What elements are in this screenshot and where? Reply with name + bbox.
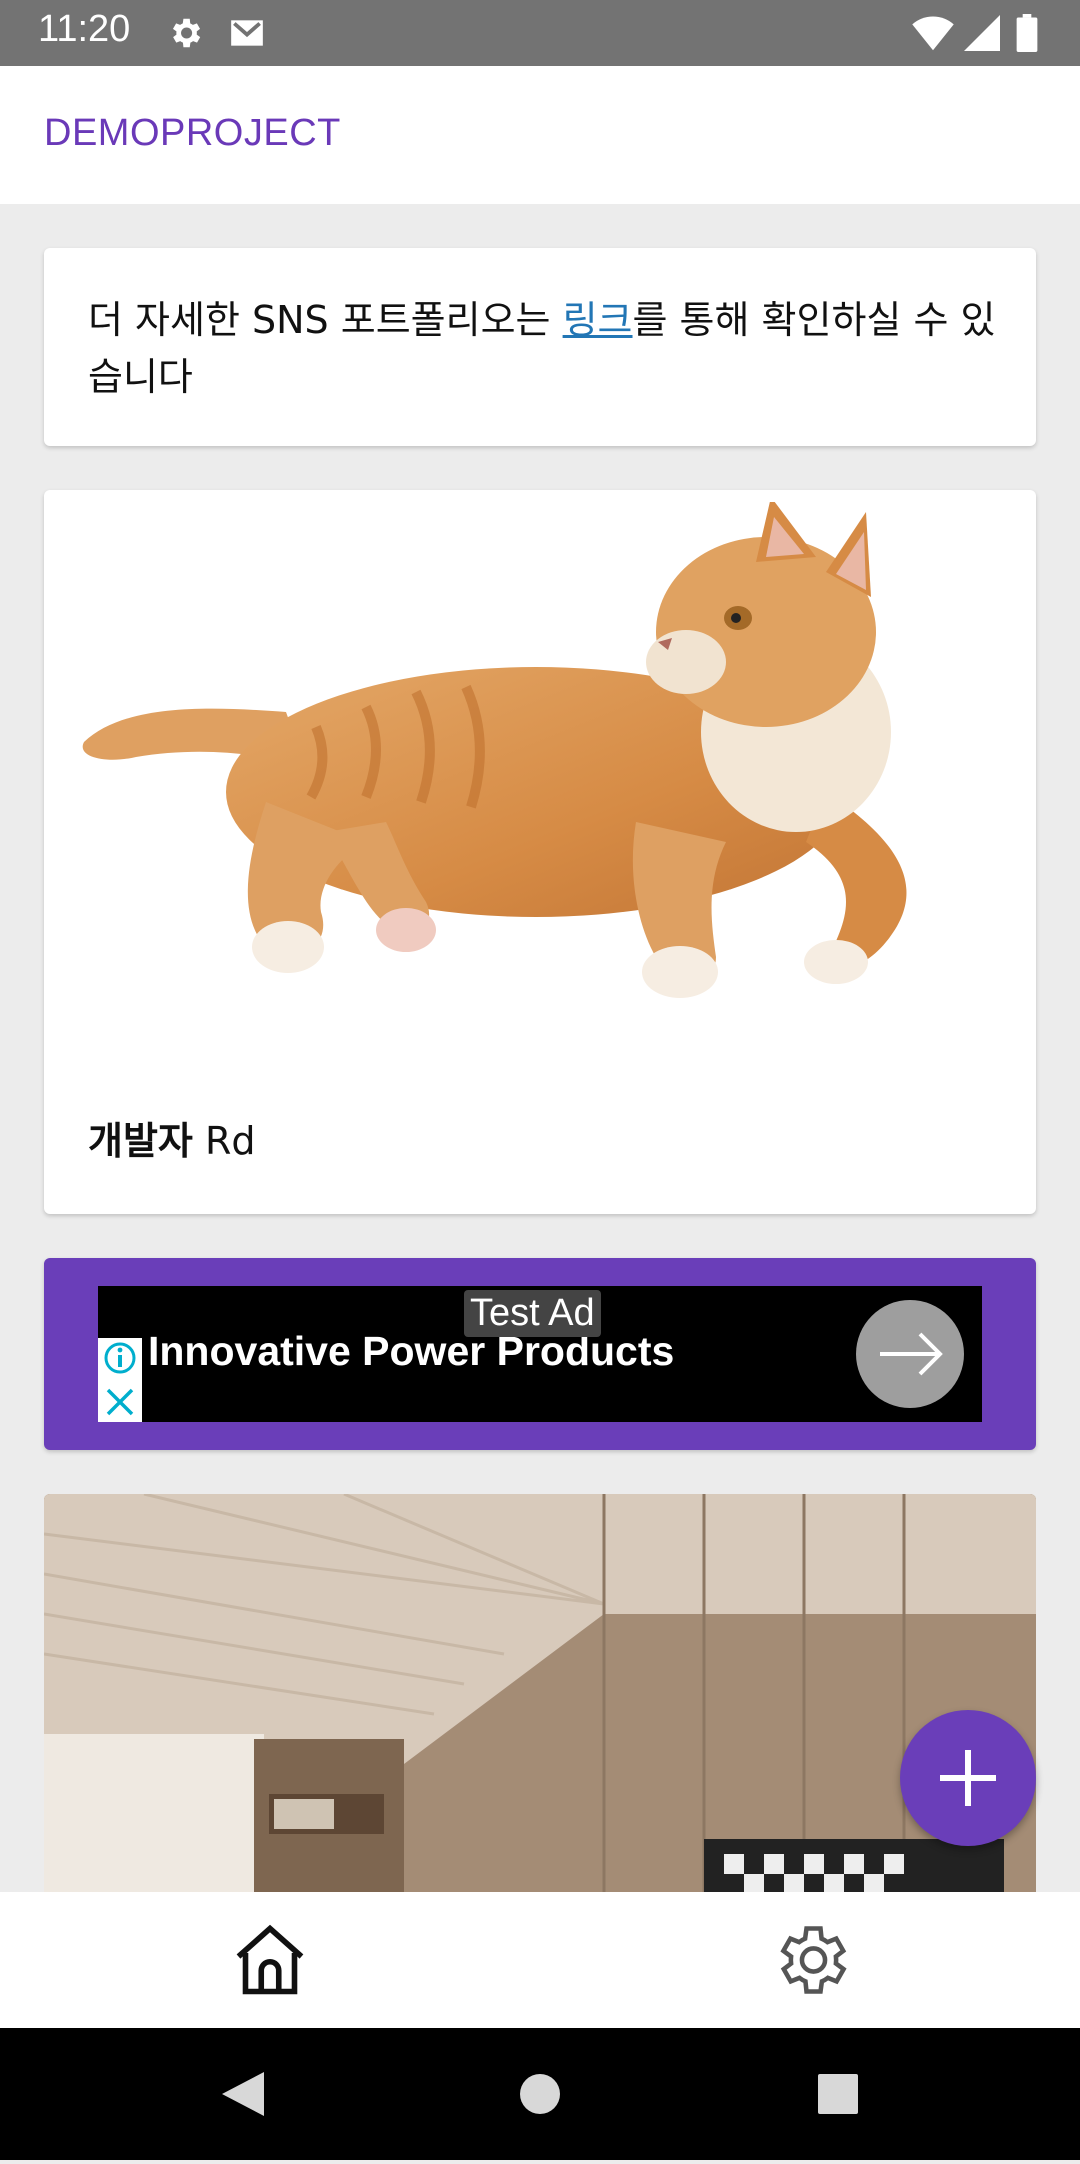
status-bar: 11:20 (0, 0, 1080, 66)
post-card[interactable]: 개발자 Rd (44, 490, 1036, 1214)
back-icon[interactable] (222, 2072, 264, 2116)
nav-home[interactable] (228, 1918, 312, 2002)
caption-author: 개발자 (88, 1119, 193, 1163)
post-caption: 개발자 Rd (88, 1110, 256, 1165)
gear-icon (166, 14, 204, 56)
settings-icon (780, 1926, 847, 1994)
wifi-icon (912, 14, 954, 56)
add-post-button[interactable] (900, 1710, 1036, 1846)
system-nav-bar (0, 2028, 1080, 2160)
caption-text: Rd (192, 1119, 256, 1163)
room-image (44, 1494, 1036, 1894)
app-title: DEMOPROJECT (44, 112, 341, 154)
bottom-nav (0, 1892, 1080, 2028)
info-text: 더 자세한 SNS 포트폴리오는 링크를 통해 확인하실 수 있습니다 (88, 292, 1008, 406)
test-ad-label: Test Ad (464, 1290, 601, 1337)
ad-banner[interactable]: Innovative Power Products Test Ad (98, 1286, 982, 1422)
battery-icon (1016, 14, 1038, 56)
nav-settings[interactable] (768, 1918, 852, 2002)
plus-icon (940, 1750, 996, 1806)
app-bar: DEMOPROJECT (0, 66, 1080, 204)
info-text-before: 더 자세한 SNS 포트폴리오는 (88, 298, 563, 342)
home-circle-icon[interactable] (520, 2074, 560, 2114)
recents-icon[interactable] (818, 2074, 858, 2114)
status-time: 11:20 (38, 8, 131, 50)
home-icon (236, 1924, 304, 1995)
gmail-icon (228, 14, 266, 56)
arrow-right-icon[interactable] (856, 1300, 964, 1408)
portfolio-link[interactable]: 링크 (563, 298, 633, 342)
info-card: 더 자세한 SNS 포트폴리오는 링크를 통해 확인하실 수 있습니다 (44, 248, 1036, 446)
signal-icon (964, 14, 1000, 56)
ad-choices[interactable] (98, 1338, 142, 1422)
info-icon[interactable] (98, 1338, 142, 1422)
ad-card: Innovative Power Products Test Ad (44, 1258, 1036, 1450)
room-post-card[interactable] (44, 1494, 1036, 1894)
cat-image (82, 502, 907, 998)
